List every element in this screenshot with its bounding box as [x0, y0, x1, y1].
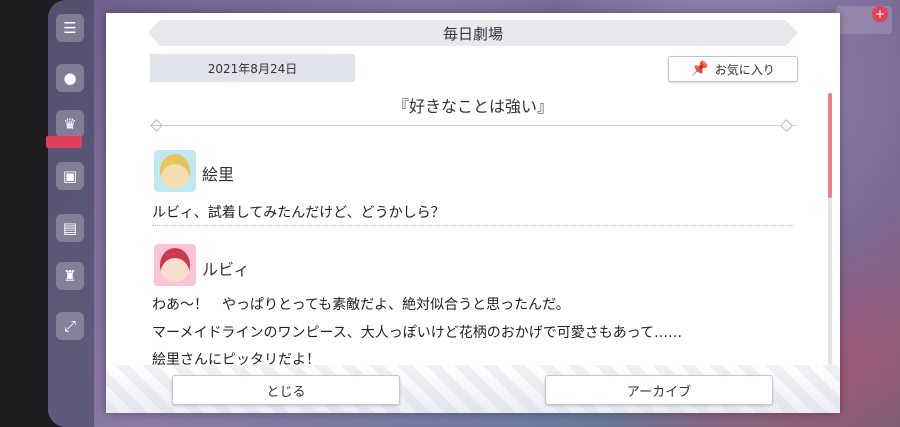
board-icon[interactable]: ▤ [56, 214, 84, 242]
title-divider [152, 125, 796, 126]
menu-icon[interactable]: ☰ [56, 14, 84, 42]
add-currency-icon[interactable]: + [872, 6, 888, 22]
present-icon[interactable]: ♛ [56, 110, 84, 138]
speaker-name: ルビィ [202, 260, 250, 279]
archive-button[interactable]: アーカイブ [545, 375, 773, 405]
divider-ornament-right [780, 119, 793, 132]
speaker-name: 絵里 [202, 165, 235, 184]
scroll-thumb[interactable] [828, 93, 832, 198]
favorite-button[interactable]: 📌 お気に入り [668, 56, 798, 82]
story-date: 2021年8月24日 [150, 54, 355, 82]
modal-title: 毎日劇場 [148, 20, 798, 46]
daily-theater-modal: 毎日劇場 2021年8月24日 📌 お気に入り 『好きなことは強い』 絵里 ルビ… [106, 13, 840, 413]
dialogue-separator [152, 225, 794, 226]
close-button[interactable]: とじる [172, 375, 400, 405]
dialogue-scrollbar[interactable] [828, 93, 832, 365]
trophy-icon[interactable]: ♜ [56, 262, 84, 290]
story-title: 『好きなことは強い』 [392, 97, 553, 116]
dialogue-line: ルビィ、試着してみたんだけど、どうかしら？ [152, 205, 445, 221]
chat-icon[interactable]: ● [56, 64, 84, 92]
pin-icon: 📌 [691, 61, 709, 77]
favorite-label: お気に入り [714, 62, 775, 77]
expand-icon[interactable]: ⤢ [56, 312, 84, 340]
dialogue-line: わあ～！ やっぱりとっても素敵だよ、絶対似合うと思ったんだ。 [152, 297, 570, 313]
eri-avatar [154, 150, 196, 192]
notification-badge [46, 136, 82, 148]
dialogue-line: マーメイドラインのワンピース、大人っぽいけど花柄のおかげで可愛さもあって…… [152, 325, 683, 341]
gift-icon[interactable]: ▣ [56, 162, 84, 190]
ruby-avatar [154, 244, 196, 286]
